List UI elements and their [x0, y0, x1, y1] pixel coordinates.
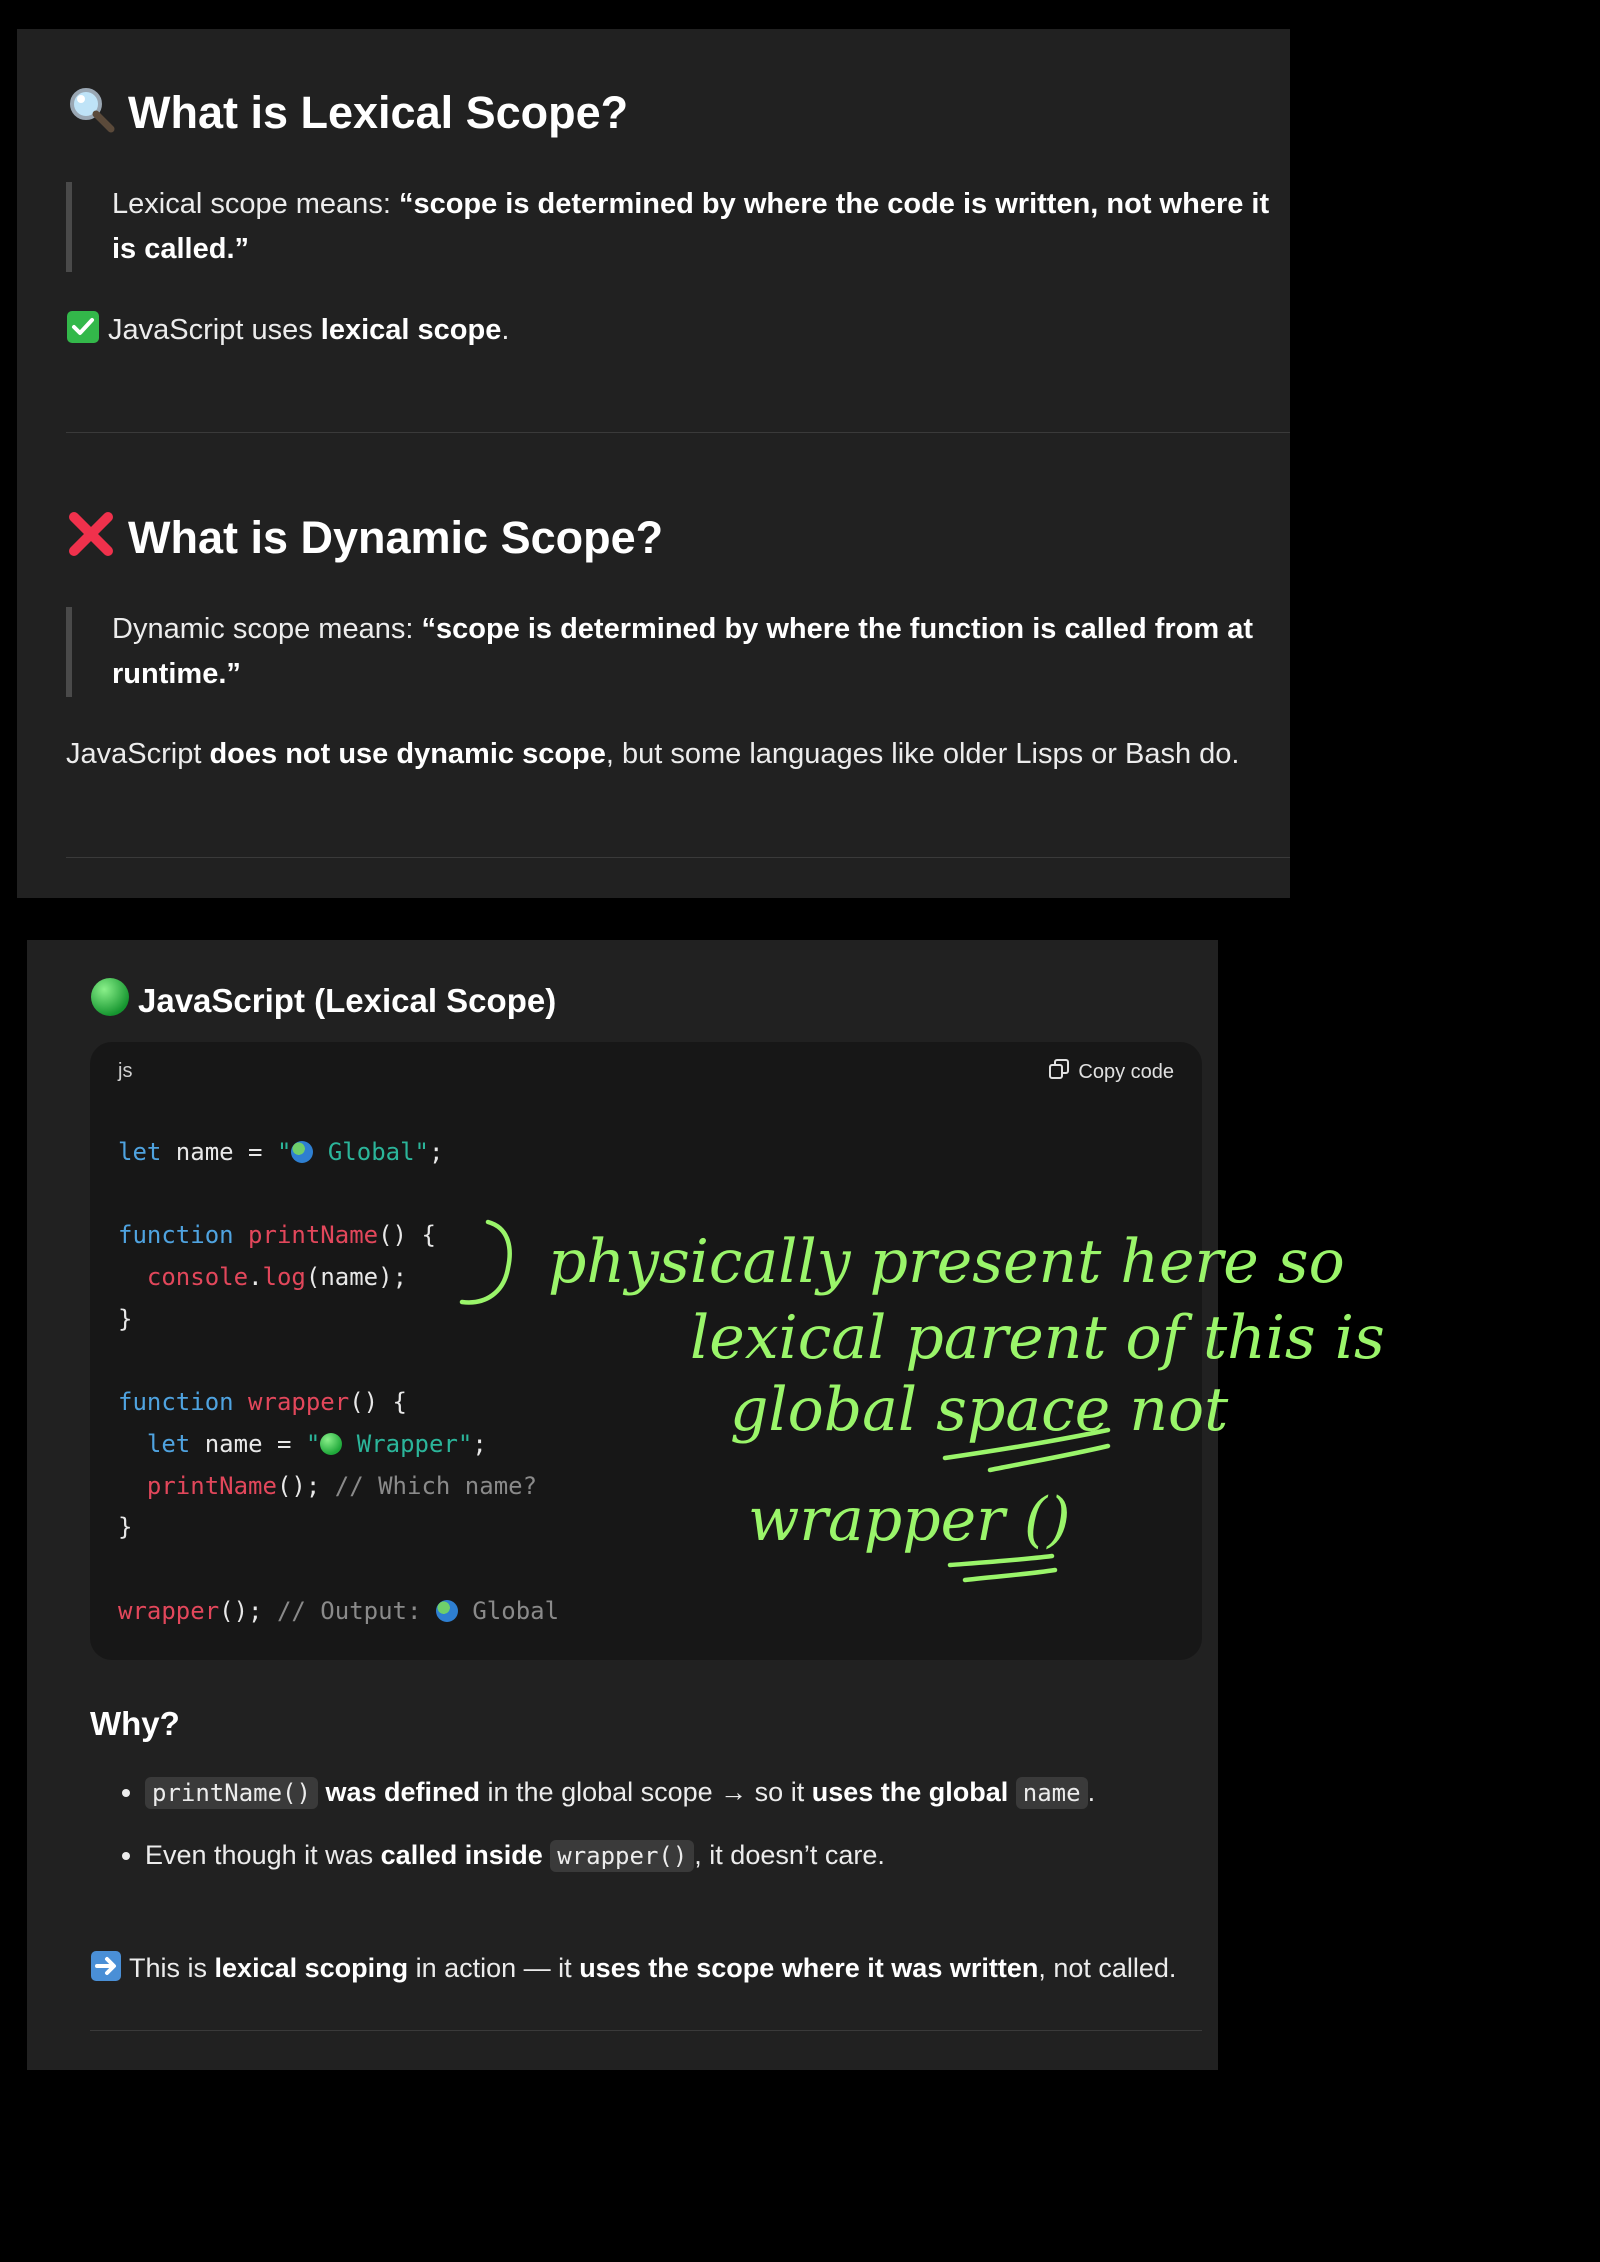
green-circle-icon — [90, 977, 130, 1025]
divider — [90, 2030, 1202, 2031]
lexical-definition-quote: Lexical scope means: “scope is determine… — [66, 182, 1281, 272]
dynamic-scope-heading: What is Dynamic Scope? — [66, 509, 663, 570]
globe-icon — [435, 1599, 458, 1622]
lexical-usage-note: JavaScript uses lexical scope. — [66, 309, 509, 356]
check-mark-icon — [66, 310, 100, 356]
magnifier-icon — [66, 84, 116, 145]
why-heading: Why? — [90, 1705, 180, 1742]
divider — [66, 432, 1290, 433]
example-panel: JavaScript (Lexical Scope) js Copy code … — [27, 940, 1218, 2070]
explanation-list: printName() was defined in the global sc… — [90, 1772, 1095, 1898]
code-content: let name = " Global"; function printName… — [118, 1138, 560, 1625]
divider — [66, 857, 1290, 858]
right-arrow-icon — [90, 1950, 122, 1994]
list-item: Even though it was called inside wrapper… — [145, 1835, 1095, 1876]
dynamic-usage-note: JavaScript does not use dynamic scope, b… — [66, 738, 1240, 770]
example-heading: JavaScript (Lexical Scope) — [90, 977, 556, 1025]
lexical-scope-heading: What is Lexical Scope? — [66, 84, 628, 145]
green-circle-icon — [320, 1432, 343, 1455]
code-block: js Copy code let name = " Global"; funct… — [90, 1042, 1202, 1660]
code-language-label: js — [118, 1060, 133, 1082]
lexical-dynamic-panel: What is Lexical Scope? Lexical scope mea… — [17, 29, 1290, 898]
copy-icon — [1048, 1058, 1070, 1086]
summary-note: This is lexical scoping in action — it u… — [90, 1947, 1176, 1994]
list-item: printName() was defined in the global sc… — [145, 1772, 1095, 1813]
globe-icon — [291, 1141, 314, 1163]
copy-code-button[interactable]: Copy code — [1048, 1058, 1174, 1086]
dynamic-definition-quote: Dynamic scope means: “scope is determine… — [66, 607, 1281, 697]
cross-mark-icon — [66, 509, 116, 570]
